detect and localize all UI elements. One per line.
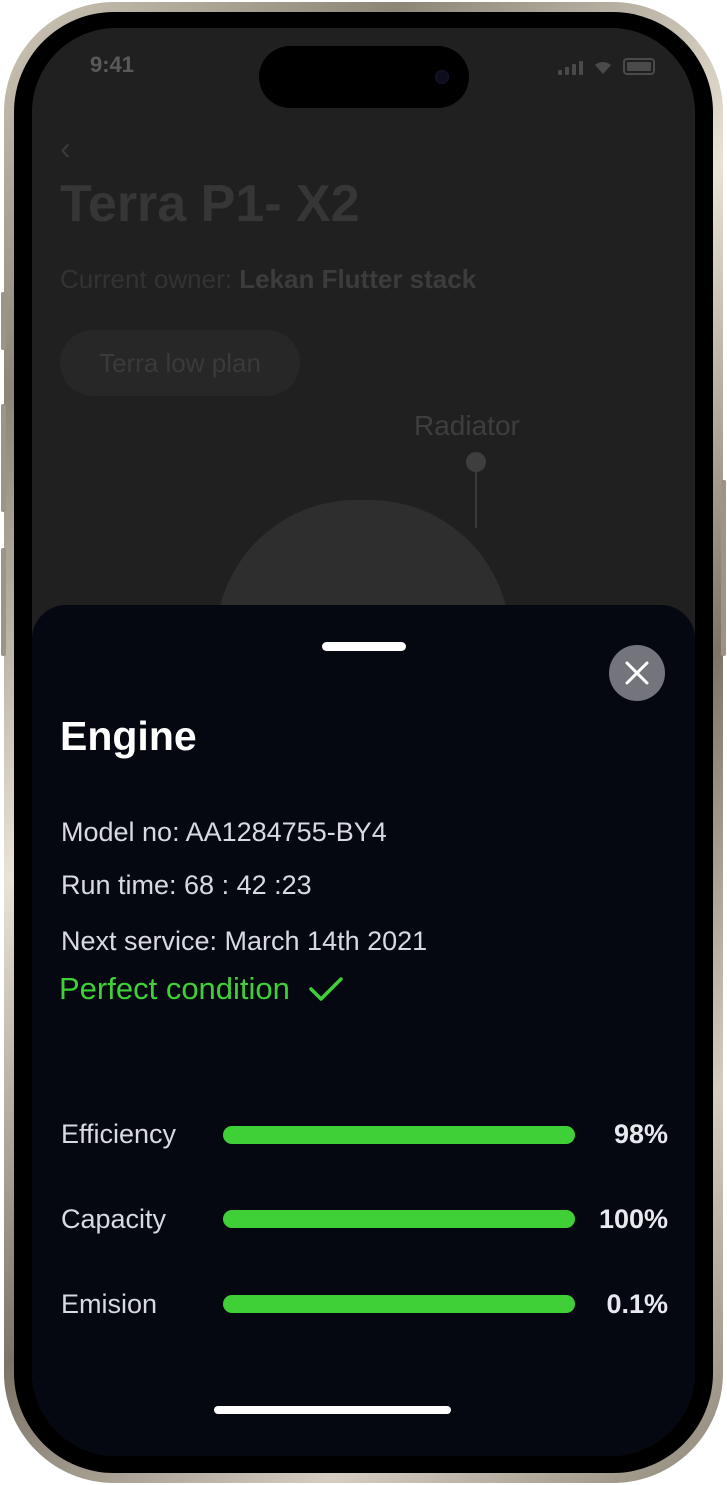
owner-name: Lekan Flutter stack [239,264,477,294]
metric-value-capacity: 100% [598,1204,668,1234]
plan-chip[interactable]: Terra low plan [60,330,300,396]
wifi-icon [595,61,611,74]
sheet-title: Engine [60,713,197,759]
phone-screen: 9:41 ‹ Terra P1- X2 Current owner: Lekan… [32,28,695,1456]
metric-value-efficiency: 98% [613,1119,668,1149]
radiator-label: Radiator [414,410,520,441]
sheet-grabber[interactable] [322,642,406,651]
emision-bar [223,1295,575,1313]
capacity-bar [223,1210,575,1228]
status-time: 9:41 [90,52,135,77]
close-icon [625,661,649,685]
back-chevron-icon[interactable]: ‹ [60,130,71,167]
battery-icon [623,58,655,75]
radiator-pointer-line [475,468,477,528]
radiator-pointer-dot[interactable] [466,452,486,472]
condition-status: Perfect condition [59,971,344,1007]
engine-bottom-sheet: Engine Model no: AA1284755-BY4 Run time:… [32,605,695,1456]
metric-label-efficiency: Efficiency [61,1119,177,1149]
condition-label: Perfect condition [59,971,290,1006]
owner-line: Current owner: Lekan Flutter stack [60,264,476,295]
status-icons [558,58,655,75]
signal-icon [558,61,583,75]
emision-bar-fill [223,1295,575,1313]
efficiency-bar [223,1126,575,1144]
side-button-silent [1,292,6,350]
side-button-volume-up [1,404,6,512]
home-indicator[interactable] [214,1406,451,1414]
next-service: Next service: March 14th 2021 [61,926,428,956]
side-button-volume-down [1,548,6,656]
camera-icon [435,70,449,84]
side-button-power [721,480,726,656]
close-button[interactable] [609,645,665,701]
metric-label-capacity: Capacity [61,1204,167,1234]
checkmark-icon [309,977,343,1001]
run-time: Run time: 68 : 42 :23 [61,870,312,900]
metric-label-emision: Emision [61,1289,158,1319]
model-number: Model no: AA1284755-BY4 [61,817,387,847]
metric-value-emision: 0.1% [606,1289,668,1319]
dynamic-island [259,46,469,108]
owner-label: Current owner: [60,264,232,294]
efficiency-bar-fill [223,1126,575,1144]
device-title: Terra P1- X2 [60,175,360,233]
capacity-bar-fill [223,1210,575,1228]
